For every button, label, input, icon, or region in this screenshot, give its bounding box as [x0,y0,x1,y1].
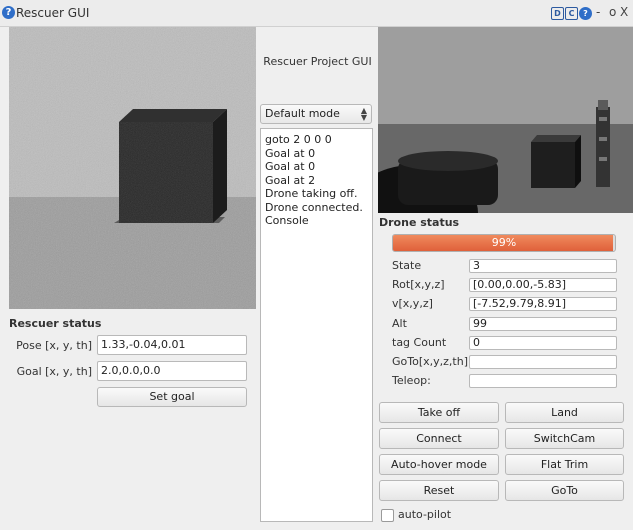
flat-trim-button[interactable]: Flat Trim [505,454,624,475]
drone-status-heading: Drone status [379,216,460,229]
mode-select-value: Default mode [265,107,340,120]
app-help-icon: ? [2,6,15,19]
velocity-field[interactable]: [-7.52,9.79,8.91] [469,297,617,311]
connect-button[interactable]: Connect [379,428,499,449]
rescuer-status-heading: Rescuer status [9,317,102,330]
alt-label: Alt [392,317,407,330]
rot-field[interactable]: [0.00,0.00,-5.83] [469,278,617,292]
minimize-button[interactable]: - [596,5,600,19]
dock-icon[interactable]: D [551,7,564,20]
goal-label: Goal [x, y, th] [16,365,92,378]
auto-hover-button[interactable]: Auto-hover mode [379,454,499,475]
alt-field[interactable]: 99 [469,317,617,331]
land-button[interactable]: Land [505,402,624,423]
rescuer-camera-view [9,27,256,309]
close-button[interactable]: X [620,5,628,19]
state-label: State [392,259,422,272]
velocity-label: v[x,y,z] [392,297,433,310]
auto-pilot-checkbox[interactable] [381,509,394,522]
console-line: Drone taking off. [265,187,358,200]
tag-count-label: tag Count [392,336,447,349]
titlebar-tool-icons: D C? [551,6,593,20]
teleop-field[interactable] [469,374,617,388]
pose-label: Pose [x, y, th] [16,339,92,352]
context-icon[interactable]: C [565,7,578,20]
console-line: Drone connected. [265,200,363,214]
goto-button[interactable]: GoTo [505,480,624,501]
take-off-button[interactable]: Take off [379,402,499,423]
tag-count-field[interactable]: 0 [469,336,617,350]
pose-field[interactable]: 1.33,-0.04,0.01 [97,335,247,355]
goto-label: GoTo[x,y,z,th] [392,355,468,368]
goal-field[interactable]: 2.0,0.0,0.0 [97,361,247,381]
spin-arrows-icon: ▲ ▼ [360,106,367,122]
auto-pilot-label[interactable]: auto-pilot [398,508,451,521]
project-title: Rescuer Project GUI [263,55,372,68]
console-output: goto 2 0 0 0 Goal at 0 Goal at 0 Goal at… [260,128,373,522]
goto-field[interactable] [469,355,617,369]
console-line: Goal at 0 [265,146,316,160]
set-goal-button[interactable]: Set goal [97,387,247,407]
rot-label: Rot[x,y,z] [392,278,445,291]
maximize-button[interactable]: o [609,5,616,19]
console-line: Goal at 0 [265,160,316,173]
teleop-label: Teleop: [392,374,431,387]
whats-this-icon[interactable]: ? [579,7,592,20]
reset-button[interactable]: Reset [379,480,499,501]
title-bar: ? Rescuer GUI D C? - o X [0,0,633,27]
console-line: Console [265,214,309,227]
switchcam-button[interactable]: SwitchCam [505,428,624,449]
window-title: Rescuer GUI [16,6,90,20]
state-field[interactable]: 3 [469,259,617,273]
drone-camera-view [378,27,633,213]
console-line: goto 2 0 0 0 [265,133,332,146]
console-line: Goal at 2 [265,173,316,187]
mode-select[interactable]: Default mode ▲ ▼ [260,104,372,124]
battery-progress-bar: 99% [392,234,616,252]
progress-text: 99% [491,236,517,249]
